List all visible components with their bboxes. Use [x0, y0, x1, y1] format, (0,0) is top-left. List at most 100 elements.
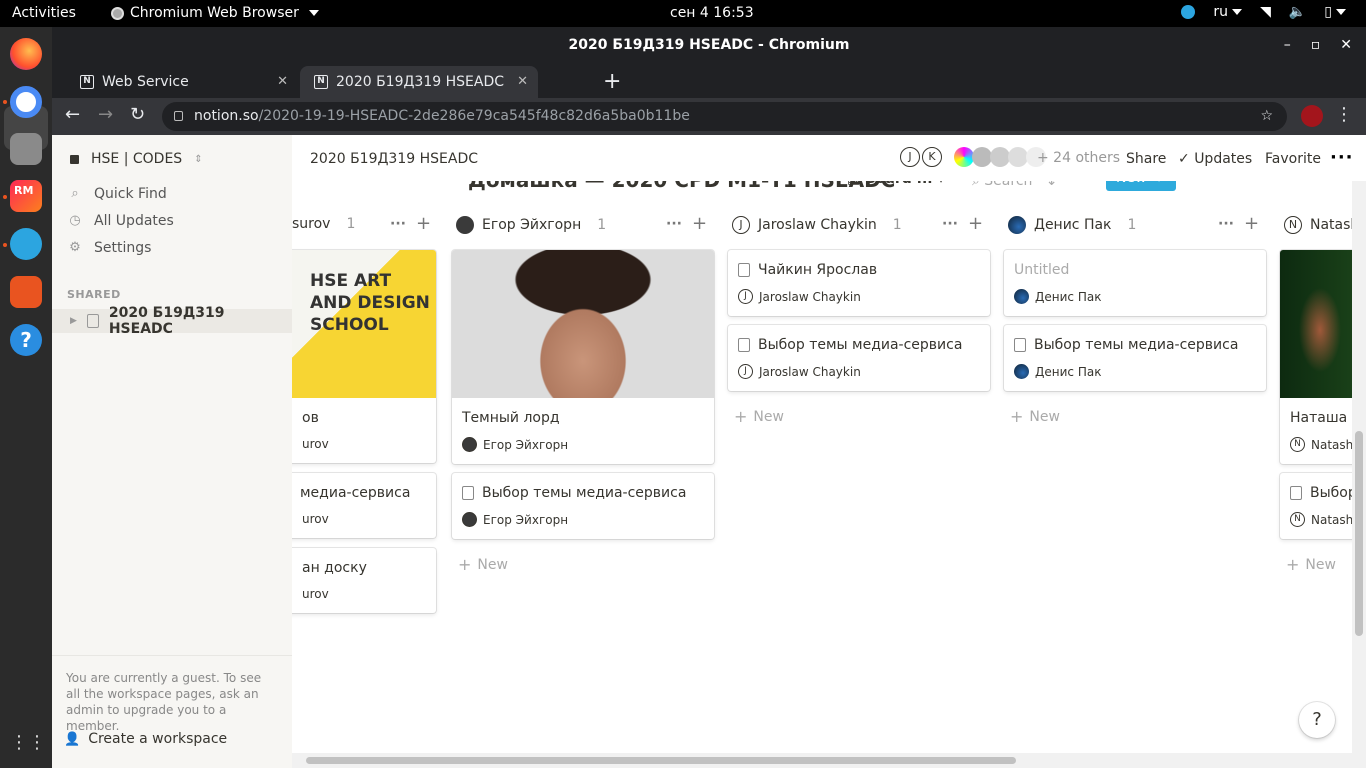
avatar [1014, 289, 1029, 304]
activities-button[interactable]: Activities [12, 5, 76, 21]
chromium-icon[interactable] [10, 86, 42, 118]
column-add-icon[interactable]: + [416, 213, 431, 234]
avatar [972, 147, 992, 167]
minimize-icon[interactable]: – [1284, 27, 1291, 64]
board-card[interactable]: Выбор темы медиа-сервиса Егор Эйхгорн [452, 473, 714, 539]
board-card[interactable]: ан доску urov [292, 548, 436, 613]
board-card[interactable]: Темный лорд Егор Эйхгорн [452, 250, 714, 464]
reload-icon[interactable]: ↻ [130, 104, 145, 125]
close-window-icon[interactable]: ✕ [1340, 27, 1352, 64]
profile-avatar[interactable] [1301, 105, 1323, 127]
chevron-down-icon [308, 10, 319, 16]
workspace-switcher[interactable]: HSE | CODES ⇕ [70, 151, 203, 167]
workspace-name: HSE | CODES [91, 151, 183, 167]
board-card[interactable]: HSE ART AND DESIGN SCHOOL ов urov [292, 250, 436, 463]
software-center-icon[interactable] [10, 276, 42, 308]
column-name: Jaroslaw Chaykin [758, 217, 877, 233]
board-card[interactable]: Выбор темы медиа-сервиса J Jaroslaw Chayk… [728, 325, 990, 391]
tab-label: 2020 Б19Д319 HSEADC [336, 74, 504, 90]
card-title: Выбор темы медиа-сервиса [758, 337, 963, 353]
avatar: J [738, 289, 753, 304]
help-button[interactable]: ? [1299, 702, 1335, 738]
forward-icon[interactable]: → [98, 104, 113, 125]
create-workspace-button[interactable]: 👤 Create a workspace [64, 731, 227, 747]
sidebar-item-label: Quick Find [94, 186, 167, 202]
column-count: 1 [346, 216, 356, 232]
column-add-icon[interactable]: + [1244, 213, 1259, 234]
board-card[interactable]: медиа-сервиса urov [292, 473, 436, 538]
breadcrumb[interactable]: 2020 Б19Д319 HSEADC [310, 151, 478, 167]
close-tab-icon[interactable]: ✕ [517, 74, 528, 89]
column-options-icon[interactable]: ··· [1218, 216, 1234, 232]
clock[interactable]: сен 4 16:53 [670, 5, 754, 21]
language-indicator[interactable]: ru [1213, 4, 1228, 20]
column-options-icon[interactable]: ··· [666, 216, 682, 232]
column-options-icon[interactable]: ··· [390, 216, 406, 232]
card-person: Денис Пак [1035, 289, 1102, 304]
card-title: медиа-сервиса [300, 485, 411, 501]
expand-arrow-icon[interactable]: ▶ [70, 316, 77, 326]
scrollbar-thumb[interactable] [1355, 431, 1363, 636]
column-add-icon[interactable]: + [692, 213, 707, 234]
favorite-button[interactable]: Favorite [1265, 151, 1321, 167]
files-icon[interactable] [10, 133, 42, 165]
scrollbar-thumb[interactable] [306, 757, 1016, 764]
add-card-label: New [1029, 408, 1060, 425]
add-card-button[interactable]: + New [1010, 407, 1060, 426]
column-name: Денис Пак [1034, 217, 1112, 233]
sidebar-page-hseadc[interactable]: ▶ 2020 Б19Д319 HSEADC [52, 305, 292, 337]
volume-icon: 🔈 [1288, 4, 1307, 20]
maximize-icon[interactable]: ▫ [1311, 27, 1321, 64]
sidebar-item-quick-find[interactable]: ⌕ Quick Find [68, 186, 167, 202]
rubymine-icon[interactable]: RM [10, 180, 42, 212]
avatar: N [1290, 512, 1305, 527]
help-icon[interactable]: ? [10, 324, 42, 356]
firefox-icon[interactable] [10, 38, 42, 70]
tab-web-service[interactable]: N Web Service ✕ [58, 66, 298, 98]
avatar [462, 437, 477, 452]
back-icon[interactable]: ← [65, 104, 80, 125]
tab-hseadc[interactable]: N 2020 Б19Д319 HSEADC ✕ [300, 66, 538, 98]
add-card-button[interactable]: + New [734, 407, 784, 426]
clock-icon: ◷ [69, 213, 81, 228]
new-tab-button[interactable]: + [603, 69, 621, 94]
collaborator-faces[interactable]: J K [900, 147, 1046, 167]
bookmark-star-icon[interactable]: ☆ [1260, 102, 1273, 131]
updates-button[interactable]: ✓ Updates [1178, 151, 1252, 167]
telegram-icon[interactable] [10, 228, 42, 260]
browser-menu-icon[interactable]: ⋮ [1335, 104, 1353, 125]
app-name: Chromium Web Browser [130, 5, 299, 21]
add-card-button[interactable]: + New [458, 555, 508, 574]
chromium-icon [111, 6, 124, 20]
board-card[interactable]: Чайкин Ярослав J Jaroslaw Chaykin [728, 250, 990, 316]
telegram-tray-icon[interactable] [1181, 5, 1196, 19]
board-card[interactable]: Untitled Денис Пак [1004, 250, 1266, 316]
close-tab-icon[interactable]: ✕ [277, 74, 288, 89]
column-count: 1 [892, 217, 902, 233]
show-apps-icon[interactable]: ⋮⋮⋮ [10, 727, 64, 759]
others-count[interactable]: + 24 others [1037, 150, 1120, 166]
more-options-icon[interactable]: ··· [1330, 147, 1354, 168]
card-title: Выбор темы медиа-сервиса [482, 485, 687, 501]
wifi-icon: ◥ [1260, 4, 1271, 20]
system-tray[interactable]: ru ◥ 🔈 ▯ [1181, 4, 1346, 20]
avatar: J [900, 147, 920, 167]
card-person: Денис Пак [1035, 364, 1102, 379]
share-button[interactable]: Share [1126, 151, 1166, 167]
column-options-icon[interactable]: ··· [942, 216, 958, 232]
column-add-icon[interactable]: + [968, 213, 983, 234]
avatar [954, 147, 974, 167]
sidebar-item-all-updates[interactable]: ◷ All Updates [68, 213, 173, 229]
add-card-button[interactable]: + New [1286, 555, 1336, 574]
address-bar[interactable]: notion.so/2020-19-19-HSEADC-2de286e79ca5… [162, 102, 1287, 131]
updates-label: Updates [1194, 151, 1253, 167]
board-card[interactable]: Выбор темы медиа-сервиса Денис Пак [1004, 325, 1266, 391]
tab-label: Web Service [102, 74, 189, 90]
app-menu[interactable]: Chromium Web Browser [111, 5, 319, 21]
running-indicator [3, 100, 7, 104]
column-count: 1 [597, 217, 607, 233]
page-icon [86, 314, 99, 328]
sidebar-item-settings[interactable]: ⚙ Settings [68, 240, 151, 256]
vertical-scrollbar[interactable] [1352, 181, 1366, 768]
horizontal-scrollbar[interactable] [292, 753, 1352, 768]
